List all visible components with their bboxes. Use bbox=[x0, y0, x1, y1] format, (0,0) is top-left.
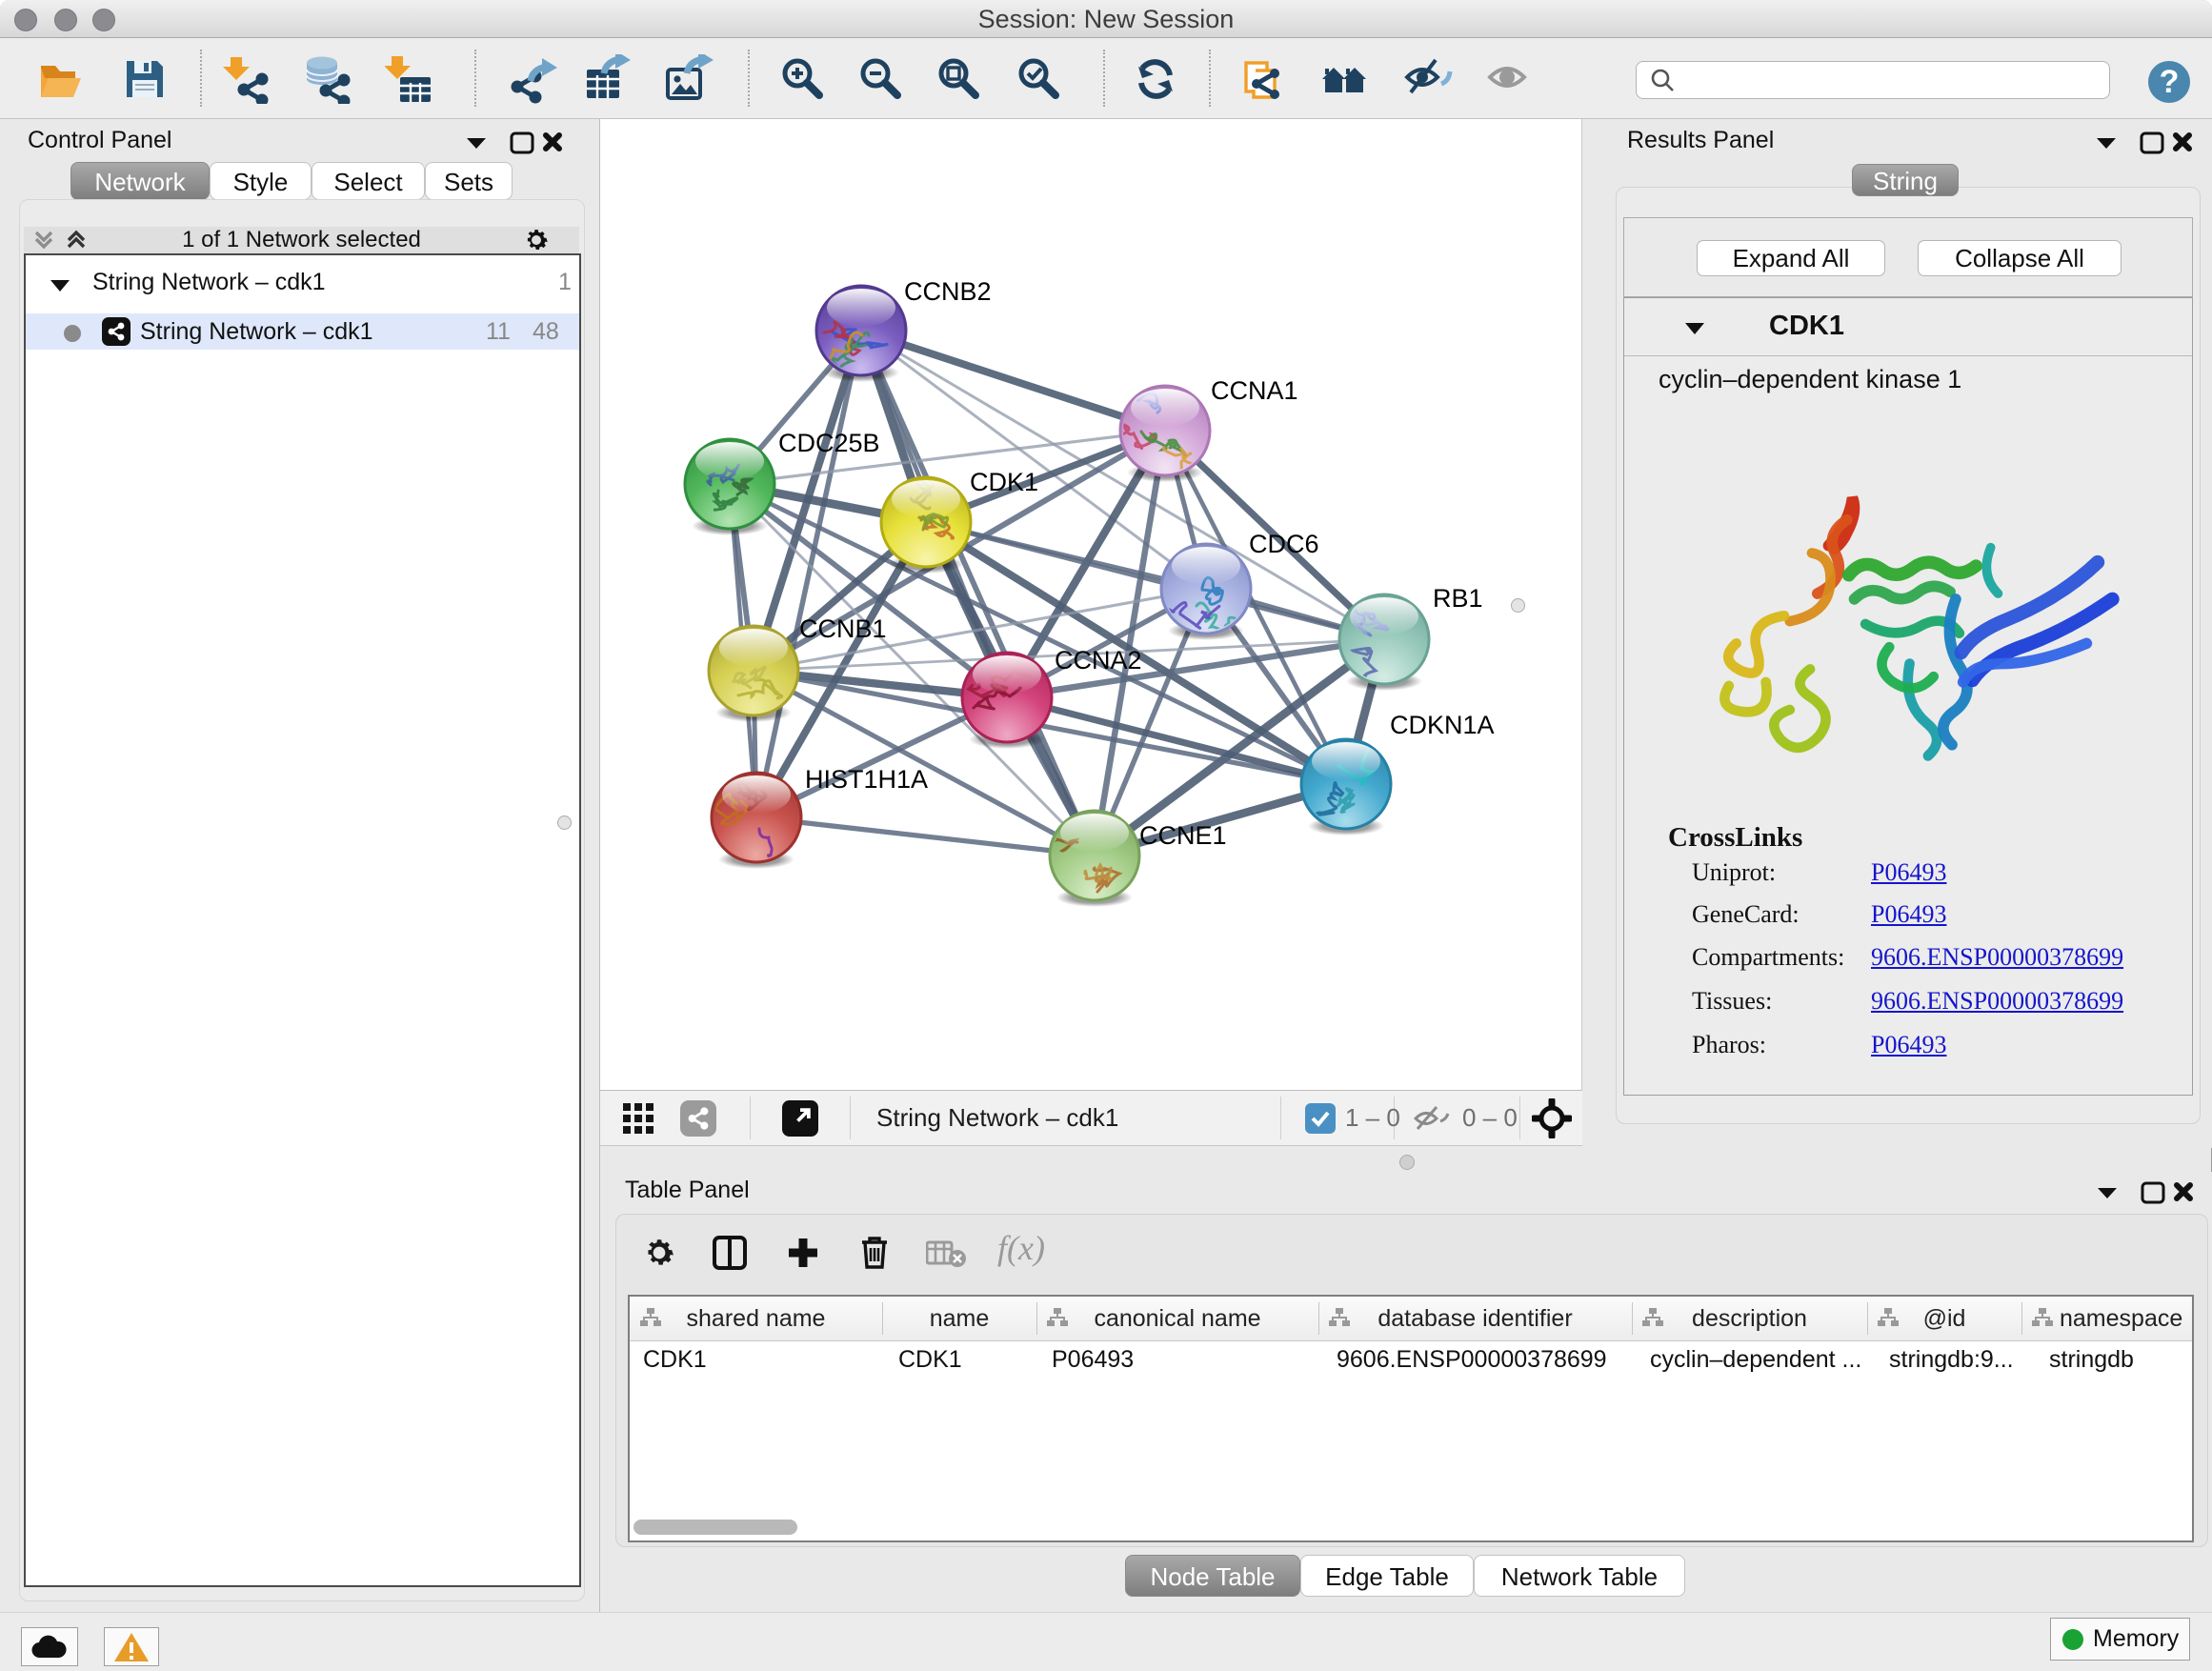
svg-text:CCNB2: CCNB2 bbox=[904, 277, 992, 306]
svg-text:CDC25B: CDC25B bbox=[778, 429, 880, 457]
svg-text:CCNE1: CCNE1 bbox=[1139, 821, 1227, 850]
svg-text:CDC6: CDC6 bbox=[1249, 530, 1319, 558]
svg-text:CCNA2: CCNA2 bbox=[1055, 646, 1142, 674]
svg-text:CDKN1A: CDKN1A bbox=[1390, 711, 1495, 739]
svg-text:HIST1H1A: HIST1H1A bbox=[805, 765, 928, 794]
svg-text:CCNB1: CCNB1 bbox=[799, 614, 887, 643]
svg-text:?: ? bbox=[2160, 64, 2180, 100]
svg-text:CCNA1: CCNA1 bbox=[1211, 376, 1298, 405]
svg-text:CDK1: CDK1 bbox=[970, 468, 1038, 496]
svg-text:RB1: RB1 bbox=[1433, 584, 1483, 613]
